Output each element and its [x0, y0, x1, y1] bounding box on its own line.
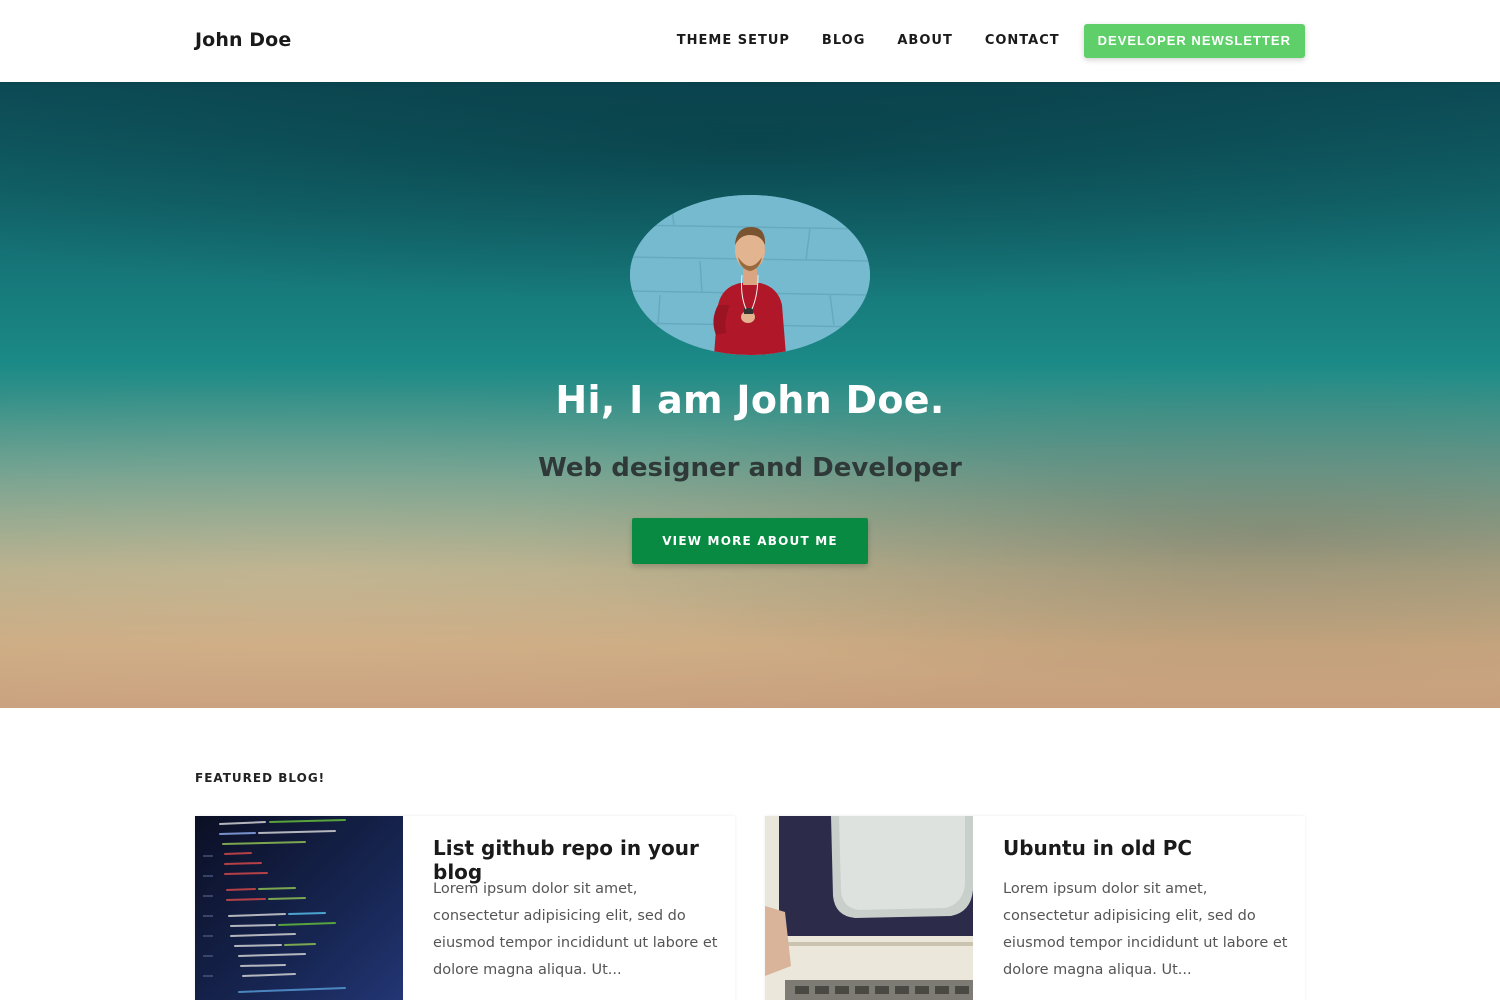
profile-photo [630, 195, 870, 355]
old-pc-image [765, 816, 973, 1000]
brand-logo[interactable]: John Doe [195, 29, 291, 51]
blog-card[interactable]: Ubuntu in old PC Lorem ipsum dolor sit a… [765, 816, 1305, 1000]
hero-subtitle: Web designer and Developer [538, 453, 962, 483]
profile-avatar [630, 195, 870, 355]
hero-section: Hi, I am John Doe. Web designer and Deve… [0, 82, 1500, 708]
blog-card[interactable]: List github repo in your blog Lorem ipsu… [195, 816, 735, 1000]
blog-card-excerpt: Lorem ipsum dolor sit amet, consectetur … [1003, 881, 1288, 978]
developer-newsletter-button[interactable]: DEVELOPER NEWSLETTER [1083, 24, 1305, 58]
blog-card-image-old-pc[interactable] [765, 816, 973, 1000]
featured-blog-heading: FEATURED BLOG! [195, 771, 326, 785]
main-nav: THEME SETUP BLOG ABOUT CONTACT DEVELOPER… [645, 24, 1305, 58]
blog-card-excerpt: Lorem ipsum dolor sit amet, consectetur … [433, 881, 718, 978]
view-more-about-me-button[interactable]: VIEW MORE ABOUT ME [632, 518, 868, 564]
navbar: John Doe THEME SETUP BLOG ABOUT CONTACT … [0, 0, 1500, 82]
nav-link-about[interactable]: ABOUT [897, 24, 952, 58]
nav-link-blog[interactable]: BLOG [822, 24, 865, 58]
nav-link-contact[interactable]: CONTACT [985, 24, 1060, 58]
hero-title: Hi, I am John Doe. [555, 378, 945, 422]
blog-card-image-code[interactable] [195, 816, 403, 1000]
blog-card-title[interactable]: Ubuntu in old PC [1003, 836, 1293, 860]
nav-link-theme-setup[interactable]: THEME SETUP [677, 24, 790, 58]
code-screen-image [195, 816, 403, 1000]
